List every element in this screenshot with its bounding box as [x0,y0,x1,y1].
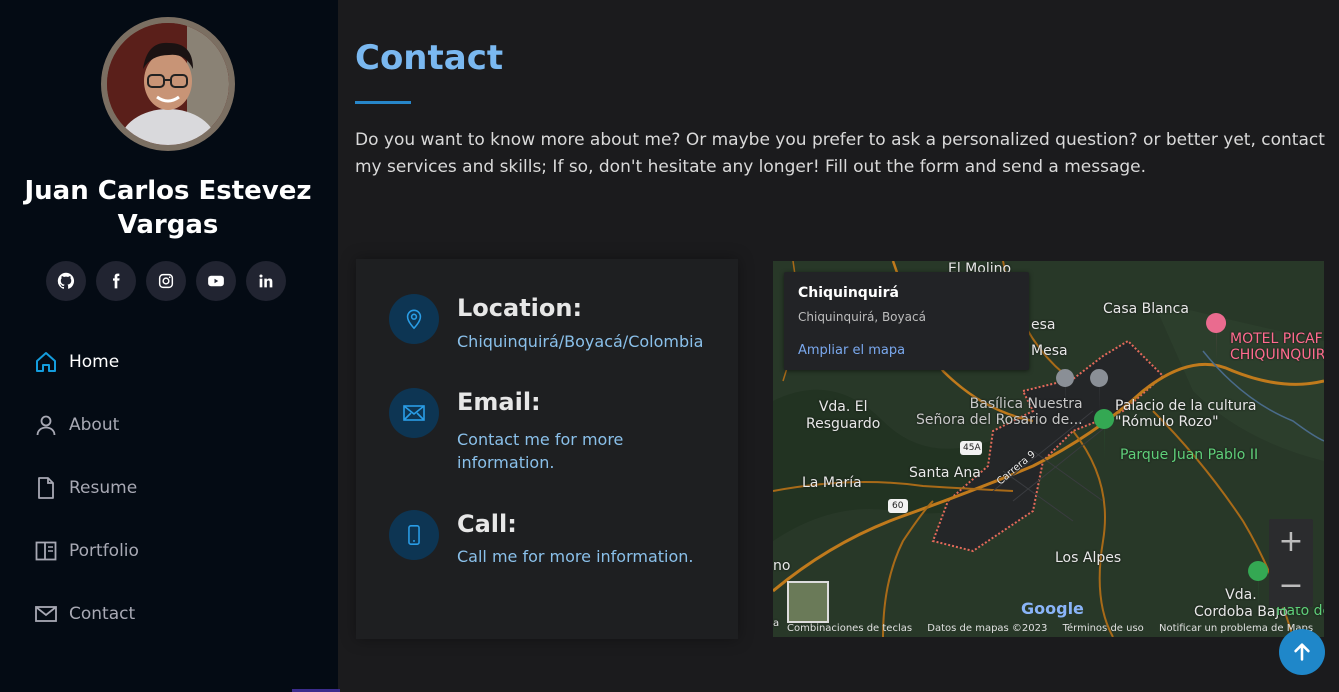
map-place-esa: esa [1031,317,1056,333]
portfolio-icon [34,539,58,563]
map-place-parque: Parque Juan Pablo II [1120,447,1259,463]
sidebar: Juan Carlos Estevez Vargas Home About Re… [0,0,338,692]
map-place-casa-blanca: Casa Blanca [1103,301,1189,317]
phone-icon [389,510,439,560]
map-route-45a: 45A [963,443,981,453]
embedded-map[interactable]: El Molino Casa Blanca esa Mesa MOTEL PIC… [773,261,1324,637]
map-place-basilica: Basílica Nuestra Señora del Rosario de..… [916,396,1083,428]
email-value: Contact me for more information. [457,430,624,472]
nav-item-label: Resume [69,478,138,498]
linkedin-icon[interactable] [246,261,286,301]
nav-item-label: About [69,415,120,435]
page-title: Contact [355,38,504,78]
home-icon [34,350,58,374]
envelope-icon [34,602,58,626]
terms-link[interactable]: Términos de uso [1063,623,1144,634]
enlarge-map-link[interactable]: Ampliar el mapa [798,343,905,358]
envelope-icon [389,388,439,438]
map-data-label: Datos de mapas ©2023 [927,623,1048,634]
nav-menu: Home About Resume Portfolio Contact [34,342,139,657]
map-place-santa-ana: Santa Ana [909,465,981,481]
social-links [46,261,286,301]
nav-item-about[interactable]: About [34,405,139,445]
github-icon[interactable] [46,261,86,301]
map-place-vda-el-resguardo: Vda. El Resguardo [806,399,881,432]
zoom-controls: + − [1269,519,1313,607]
zoom-in-button[interactable]: + [1269,519,1313,563]
location-value: Chiquinquirá/Boyacá/Colombia [457,332,704,351]
nav-item-label: Home [69,352,120,372]
call-value: Call me for more information. [457,547,694,566]
arrow-up-icon [1294,643,1310,661]
popup-title: Chiquinquirá [798,285,899,301]
popup-subtitle: Chiquinquirá, Boyacá [798,310,926,324]
nav-item-home[interactable]: Home [34,342,139,382]
map-footer: Combinaciones de teclas Datos de mapas ©… [787,623,1324,634]
map-route-60: 60 [892,501,904,511]
person-icon [34,413,58,437]
nav-item-label: Portfolio [69,541,139,561]
email-label: Email: [457,388,541,416]
nav-item-label: Contact [69,604,136,624]
back-to-top-button[interactable] [1279,629,1325,675]
satellite-toggle[interactable] [787,581,829,623]
nav-item-resume[interactable]: Resume [34,468,139,508]
call-label: Call: [457,510,517,538]
map-info-popup: Chiquinquirá Chiquinquirá, Boyacá Amplia… [784,272,1029,370]
keyboard-shortcuts-link[interactable]: Combinaciones de teclas [787,623,912,634]
map-pin-icon [389,294,439,344]
map-place-los-alpes: Los Alpes [1055,550,1122,566]
profile-name: Juan Carlos Estevez Vargas [24,176,312,240]
file-icon [34,476,58,500]
contact-info-card: Location: Chiquinquirá/Boyacá/Colombia E… [356,259,738,639]
map-place-a: a [773,618,780,629]
facebook-icon[interactable] [96,261,136,301]
map-place-mesa: Mesa [1031,343,1068,359]
youtube-icon[interactable] [196,261,236,301]
map-place-palacio: Palacio de la cultura "Rómulo Rozo" [1115,398,1257,430]
zoom-out-button[interactable]: − [1269,563,1313,607]
title-underline [355,101,411,104]
google-logo: Google [1021,599,1084,618]
contact-intro: Do you want to know more about me? Or ma… [355,130,1325,177]
location-label: Location: [457,294,583,322]
instagram-icon[interactable] [146,261,186,301]
nav-item-contact[interactable]: Contact [34,594,139,634]
map-place-motel: MOTEL PICAF CHIQUINQUIR [1230,331,1324,363]
avatar [101,17,235,151]
map-place-no: no [773,558,791,574]
nav-item-portfolio[interactable]: Portfolio [34,531,139,571]
map-place-la-maria: La María [802,475,862,491]
